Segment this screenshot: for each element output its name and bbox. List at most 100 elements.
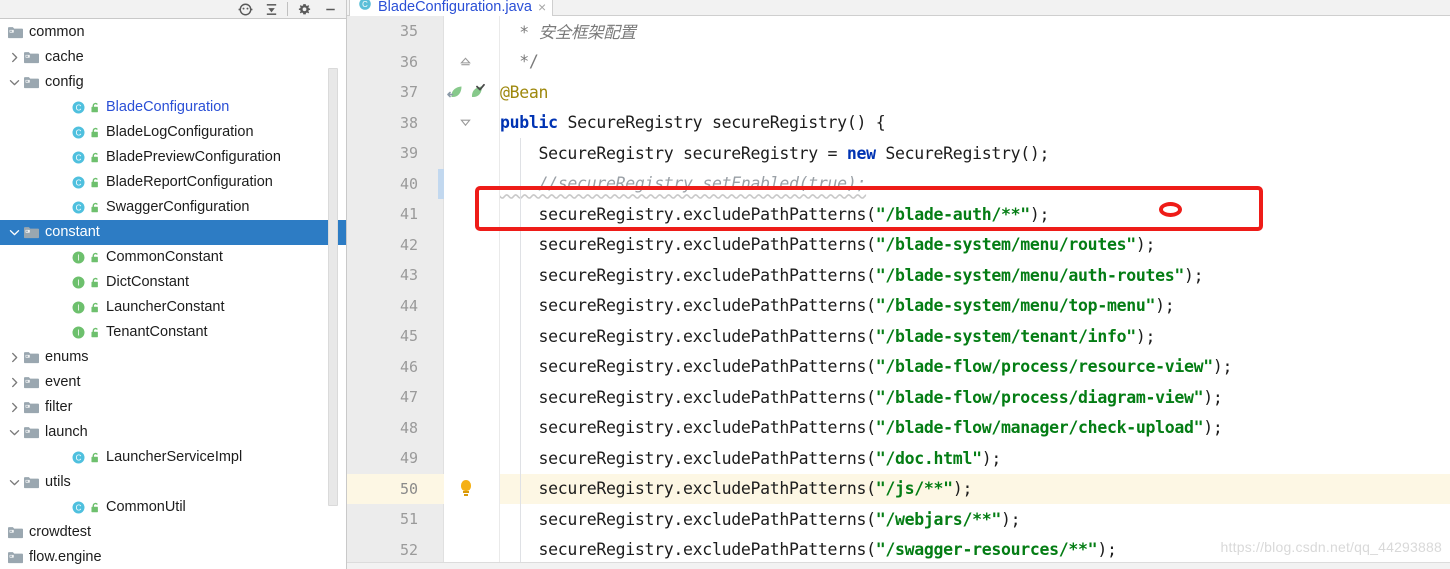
tree-item-label: filter [45,399,73,416]
code-token: secureRegistry.excludePathPatterns( [500,540,877,560]
fold-end-icon[interactable] [460,56,471,67]
code-line-36[interactable]: 36 */ [347,47,1450,78]
code-line-42[interactable]: 42 secureRegistry.excludePathPatterns("/… [347,229,1450,260]
tree-item-cache[interactable]: cache [0,45,347,70]
code-token: secureRegistry.excludePathPatterns( [500,265,877,285]
code-lines[interactable]: 35 * 安全框架配置 36 */37 @Bean 38 public SecureRe… [347,16,1450,569]
code-editor[interactable]: 35 * 安全框架配置 36 */37 @Bean 38 public SecureRe… [347,16,1450,569]
tree-item-flow-engine[interactable]: flow.engine [0,545,347,569]
tree-item-dictconstant[interactable]: I DictConstant [0,270,347,295]
gutter-marks[interactable] [431,56,500,67]
code-text[interactable]: secureRegistry.excludePathPatterns("/bla… [500,388,1450,407]
indent-guide [520,443,521,474]
tree-item-commonutil[interactable]: C CommonUtil [0,495,347,520]
project-tree-scrollbar[interactable] [328,68,338,506]
tree-item-filter[interactable]: filter [0,395,347,420]
code-text[interactable]: secureRegistry.excludePathPatterns("/bla… [500,327,1450,346]
gear-icon[interactable] [291,0,317,18]
tree-item-bladeconfiguration[interactable]: C BladeConfiguration [0,95,347,120]
code-text[interactable]: secureRegistry.excludePathPatterns("/js/… [500,479,1450,498]
tree-item-utils[interactable]: utils [0,470,347,495]
tree-item-label: crowdtest [29,524,92,541]
folder-icon [22,475,40,490]
chevron-right-icon[interactable] [6,50,22,66]
chevron-down-icon[interactable] [6,75,22,91]
code-text[interactable]: secureRegistry.excludePathPatterns("/bla… [500,266,1450,285]
code-line-40[interactable]: 40 //secureRegistry.setEnabled(true); [347,168,1450,199]
line-number: 42 [399,235,418,254]
code-text[interactable]: public SecureRegistry secureRegistry() { [500,113,1450,132]
code-text[interactable]: secureRegistry.excludePathPatterns("/bla… [500,235,1450,254]
intention-bulb-icon[interactable] [458,479,474,498]
code-token: new [846,143,886,163]
minimize-icon[interactable] [317,0,343,18]
spring-bean-checked-icon[interactable] [467,83,485,101]
code-text[interactable]: secureRegistry.excludePathPatterns("/bla… [500,205,1450,224]
tree-item-bladelogconfiguration[interactable]: C BladeLogConfiguration [0,120,347,145]
tree-item-bladepreviewconfiguration[interactable]: C BladePreviewConfiguration [0,145,347,170]
tree-item-common[interactable]: common [0,20,347,45]
code-text[interactable]: //secureRegistry.setEnabled(true); [500,174,1450,193]
vcs-change-marker[interactable] [438,168,444,199]
code-line-41[interactable]: 41 secureRegistry.excludePathPatterns("/… [347,199,1450,230]
editor-tab-bladeconfiguration[interactable]: C BladeConfiguration.java × [349,0,554,16]
code-text[interactable]: secureRegistry.excludePathPatterns("/bla… [500,296,1450,315]
public-lock-icon [89,277,102,289]
tree-item-launcherserviceimpl[interactable]: C LauncherServiceImpl [0,445,347,470]
code-line-46[interactable]: 46 secureRegistry.excludePathPatterns("/… [347,351,1450,382]
code-text[interactable]: SecureRegistry secureRegistry = new Secu… [500,144,1450,163]
tree-item-swaggerconfiguration[interactable]: C SwaggerConfiguration [0,195,347,220]
chevron-right-icon[interactable] [6,375,22,391]
close-icon[interactable]: × [538,0,546,14]
code-text[interactable]: * 安全框架配置 [500,19,1450,43]
code-line-38[interactable]: 38 public SecureRegistry secureRegistry()… [347,108,1450,139]
chevron-down-icon[interactable] [6,225,22,241]
tree-item-crowdtest[interactable]: crowdtest [0,520,347,545]
code-line-39[interactable]: 39 SecureRegistry secureRegistry = new S… [347,138,1450,169]
chevron-down-icon[interactable] [6,425,22,441]
code-token: ); [1184,265,1204,285]
gutter-marks[interactable] [431,479,500,498]
tree-item-label: SwaggerConfiguration [106,199,250,216]
collapse-all-icon[interactable] [258,0,284,18]
code-text[interactable]: secureRegistry.excludePathPatterns("/doc… [500,449,1450,468]
tree-item-launch[interactable]: launch [0,420,347,445]
code-line-35[interactable]: 35 * 安全框架配置 [347,16,1450,47]
code-line-48[interactable]: 48 secureRegistry.excludePathPatterns("/… [347,412,1450,443]
code-line-51[interactable]: 51 secureRegistry.excludePathPatterns("/… [347,504,1450,535]
svg-text:C: C [76,454,82,463]
tree-item-event[interactable]: event [0,370,347,395]
code-text[interactable]: */ [500,52,1450,71]
code-line-44[interactable]: 44 secureRegistry.excludePathPatterns("/… [347,290,1450,321]
tree-item-commonconstant[interactable]: I CommonConstant [0,245,347,270]
chevron-right-icon[interactable] [6,350,22,366]
tree-item-enums[interactable]: enums [0,345,347,370]
tree-item-constant[interactable]: constant [0,220,347,245]
code-text[interactable]: secureRegistry.excludePathPatterns("/web… [500,510,1450,529]
code-text[interactable]: secureRegistry.excludePathPatterns("/bla… [500,357,1450,376]
gutter-marks[interactable] [431,83,500,101]
tree-item-tenantconstant[interactable]: I TenantConstant [0,320,347,345]
code-text[interactable]: @Bean [500,83,1450,102]
locate-icon[interactable] [232,0,258,18]
code-line-43[interactable]: 43 secureRegistry.excludePathPatterns("/… [347,260,1450,291]
code-text[interactable]: secureRegistry.excludePathPatterns("/bla… [500,418,1450,437]
chevron-down-icon[interactable] [6,475,22,491]
line-number: 49 [399,449,418,468]
tree-item-config[interactable]: config [0,70,347,95]
line-number: 46 [399,357,418,376]
code-line-49[interactable]: 49 secureRegistry.excludePathPatterns("/… [347,443,1450,474]
chevron-right-icon[interactable] [6,400,22,416]
toolbar-divider [287,2,288,16]
code-line-37[interactable]: 37 @Bean [347,77,1450,108]
spring-bean-override-icon[interactable] [446,83,465,101]
code-line-45[interactable]: 45 secureRegistry.excludePathPatterns("/… [347,321,1450,352]
code-line-47[interactable]: 47 secureRegistry.excludePathPatterns("/… [347,382,1450,413]
code-line-50[interactable]: 50 secureRegistry.excludePathPatterns("/… [347,473,1450,504]
folder-icon [22,75,40,90]
gutter-marks[interactable] [431,117,500,128]
project-tree[interactable]: common cache config C BladeConfiguration C Bla… [0,20,347,569]
tree-item-launcherconstant[interactable]: I LauncherConstant [0,295,347,320]
tree-item-bladereportconfiguration[interactable]: C BladeReportConfiguration [0,170,347,195]
fold-start-icon[interactable] [460,117,471,128]
